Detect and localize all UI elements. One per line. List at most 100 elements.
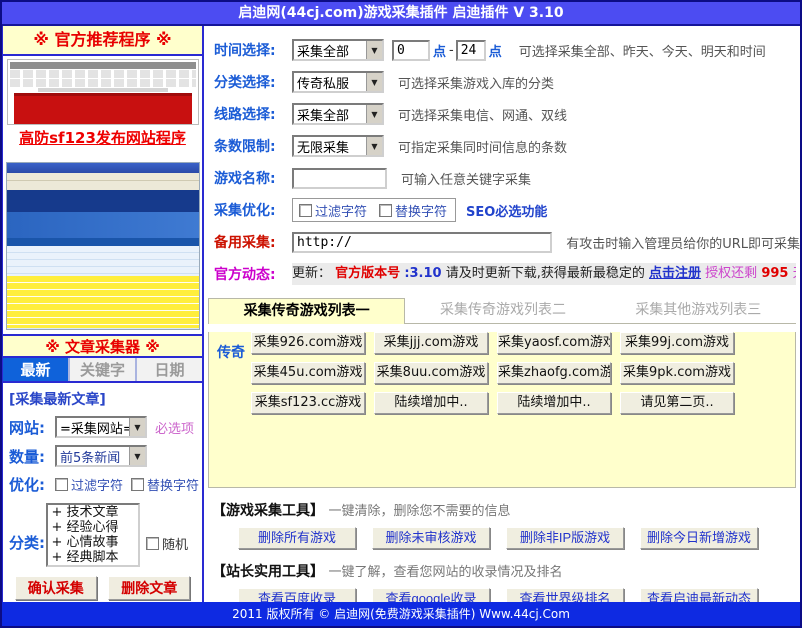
delete-unreviewed-games-button[interactable]: 删除未审核游戏	[372, 527, 490, 549]
webmaster-tools-buttons: 查看百度收录 查看google收录 查看世界级排名 查看启迪最新动态	[238, 588, 800, 602]
backup-desc: 有攻击时输入管理员给你的URL即可采集	[566, 233, 800, 252]
chevron-down-icon: ▼	[129, 447, 145, 465]
collect-game-button[interactable]: 采集yaosf.com游戏	[497, 332, 611, 354]
check-google-index-button[interactable]: 查看google收录	[372, 588, 490, 602]
count-select[interactable]: 前5条新闻 ▼	[55, 445, 147, 467]
game-tools-desc: 一键清除，删除您不需要的信息	[328, 504, 510, 519]
time-from-input[interactable]	[392, 40, 430, 61]
delete-article-button[interactable]: 删除文章	[108, 576, 190, 600]
chevron-down-icon: ▼	[366, 41, 382, 59]
delete-today-games-button[interactable]: 删除今日新增游戏	[640, 527, 758, 549]
tab-latest[interactable]: 最新	[3, 358, 70, 381]
replace-chars-checkbox[interactable]: 替换字符	[131, 475, 199, 494]
filter-chars-checkbox[interactable]: 过滤字符	[55, 475, 123, 494]
optimize-label: 优化:	[9, 474, 55, 495]
list-item[interactable]: + 心情故事	[48, 535, 138, 550]
category-desc: 可选择采集游戏入库的分类	[398, 73, 554, 92]
line-desc: 可选择采集电信、网通、双线	[398, 105, 567, 124]
promo-block-sf123: 高防sf123发布网站程序	[3, 56, 202, 148]
copyright-text: 2011 版权所有 © 启迪网(免费游戏采集插件) Www.44cj.Com	[232, 607, 570, 621]
game-list-tabs: 采集传奇游戏列表一 采集传奇游戏列表二 采集其他游戏列表三	[208, 298, 796, 324]
limit-row: 条数限制: 无限采集 ▼ 可指定采集同时间信息的条数	[214, 134, 800, 158]
list-item[interactable]: + 经验心得	[48, 520, 138, 535]
game-tools-buttons: 删除所有游戏 删除未审核游戏 删除非IP版游戏 删除今日新增游戏	[238, 527, 800, 549]
required-note: 必选项	[155, 418, 194, 437]
delete-non-ip-games-button[interactable]: 删除非IP版游戏	[506, 527, 624, 549]
collect-game-button[interactable]: 采集sf123.cc游戏	[251, 392, 365, 414]
category-select-row: 分类选择: 传奇私服 ▼ 可选择采集游戏入库的分类	[214, 70, 800, 94]
collect-game-button[interactable]: 陆续增加中..	[497, 392, 611, 414]
filter-chars-checkbox[interactable]: 过滤字符	[299, 201, 367, 220]
title-bar: 启迪网(44cj.com)游戏采集插件 启迪插件 V 3.10	[2, 2, 800, 26]
category-row: 分类: + 技术文章 + 经验心得 + 心情故事 + 经典脚本 随机	[9, 503, 196, 567]
collect-game-button[interactable]: 采集jjj.com游戏	[374, 332, 488, 354]
limit-label: 条数限制:	[214, 136, 292, 156]
article-collector-header: ※ 文章采集器 ※	[3, 334, 202, 358]
list-item[interactable]: + 技术文章	[48, 505, 138, 520]
promo-screenshot-article-collector[interactable]	[6, 162, 200, 330]
register-link[interactable]: 点击注册	[649, 266, 701, 281]
category-listbox[interactable]: + 技术文章 + 经验心得 + 心情故事 + 经典脚本	[46, 503, 140, 567]
site-select[interactable]: =采集网站= ▼	[55, 416, 147, 438]
category-select-label: 分类选择:	[214, 72, 292, 92]
game-button-row: 采集926.com游戏 采集jjj.com游戏 采集yaosf.com游戏 采集…	[251, 332, 795, 354]
line-select[interactable]: 采集全部 ▼	[292, 103, 384, 125]
tab-date[interactable]: 日期	[137, 358, 202, 381]
article-buttons-row: 确认采集 删除文章	[9, 576, 196, 600]
game-name-desc: 可输入任意关键字采集	[401, 169, 531, 188]
delete-all-games-button[interactable]: 删除所有游戏	[238, 527, 356, 549]
tab-game-list-3[interactable]: 采集其他游戏列表三	[601, 298, 796, 324]
app-title: 启迪网(44cj.com)游戏采集插件 启迪插件 V 3.10	[238, 5, 563, 21]
collect-optimize-row: 采集优化: 过滤字符 替换字符 SEO必选功能	[214, 198, 800, 222]
game-button-row: 采集sf123.cc游戏 陆续增加中.. 陆续增加中.. 请见第二页..	[251, 392, 795, 414]
news-ticker: 更新： 官方版本号 :3.10 请及时更新下载,获得最新最稳定的 点击注册 授权…	[292, 263, 796, 285]
app-window: 启迪网(44cj.com)游戏采集插件 启迪插件 V 3.10 ※ 官方推荐程序…	[0, 0, 802, 628]
game-list-area: 传奇 采集926.com游戏 采集jjj.com游戏 采集yaosf.com游戏…	[208, 332, 796, 488]
game-button-row: 采集45u.com游戏 采集8uu.com游戏 采集zhaofg.com游戏 采…	[251, 362, 795, 384]
game-tools-section: 【游戏采集工具】 一键清除，删除您不需要的信息 删除所有游戏 删除未审核游戏 删…	[212, 500, 800, 549]
time-row: 时间选择: 采集全部 ▼ 点 - 点 可选择采集全部、昨天、今天、明天和时间	[214, 38, 800, 62]
site-label: 网站:	[9, 417, 55, 438]
list-item[interactable]: + 经典脚本	[48, 550, 138, 565]
webmaster-tools-desc: 一键了解，查看您网站的收录情况及排名	[328, 565, 562, 580]
collect-game-button[interactable]: 采集45u.com游戏	[251, 362, 365, 384]
legend-row-label: 传奇	[217, 342, 245, 362]
collect-game-button[interactable]: 采集zhaofg.com游戏	[497, 362, 611, 384]
category-select[interactable]: 传奇私服 ▼	[292, 71, 384, 93]
promo-screenshot-sf123[interactable]	[7, 59, 199, 125]
time-label: 时间选择:	[214, 40, 292, 60]
tab-game-list-1[interactable]: 采集传奇游戏列表一	[208, 298, 405, 324]
random-checkbox[interactable]: 随机	[146, 534, 188, 553]
limit-select[interactable]: 无限采集 ▼	[292, 135, 384, 157]
seo-note: SEO必选功能	[466, 201, 547, 220]
collect-game-button[interactable]: 采集926.com游戏	[251, 332, 365, 354]
replace-chars-checkbox[interactable]: 替换字符	[379, 201, 447, 220]
line-label: 线路选择:	[214, 104, 292, 124]
article-tabs: 最新 关键字 日期	[3, 358, 202, 383]
article-collect-form: [采集最新文章] 网站: =采集网站= ▼ 必选项 数量: 前5条新闻 ▼ 优化…	[3, 383, 202, 602]
optimize-row: 优化: 过滤字符 替换字符	[9, 474, 196, 495]
promo-link-sf123[interactable]: 高防sf123发布网站程序	[19, 127, 186, 148]
check-qidi-news-button[interactable]: 查看启迪最新动态	[640, 588, 758, 602]
game-name-input[interactable]	[292, 168, 387, 189]
sidebar: ※ 官方推荐程序 ※ 高防sf123发布网站程序 ※ 文章采集器 ※	[2, 26, 204, 602]
checkbox-icon	[55, 478, 68, 491]
tab-game-list-2[interactable]: 采集传奇游戏列表二	[405, 298, 600, 324]
collect-game-button[interactable]: 陆续增加中..	[374, 392, 488, 414]
check-baidu-index-button[interactable]: 查看百度收录	[238, 588, 356, 602]
game-name-row: 游戏名称: 可输入任意关键字采集	[214, 166, 800, 190]
time-to-input[interactable]	[456, 40, 486, 61]
chevron-down-icon: ▼	[366, 105, 382, 123]
news-label: 官方动态:	[214, 264, 292, 284]
limit-desc: 可指定采集同时间信息的条数	[398, 137, 567, 156]
chevron-down-icon: ▼	[129, 418, 145, 436]
backup-url-input[interactable]	[292, 232, 552, 253]
check-world-rank-button[interactable]: 查看世界级排名	[506, 588, 624, 602]
collect-game-button[interactable]: 采集9pk.com游戏	[620, 362, 734, 384]
collect-game-button[interactable]: 采集8uu.com游戏	[374, 362, 488, 384]
confirm-collect-button[interactable]: 确认采集	[15, 576, 97, 600]
collect-game-button[interactable]: 采集99j.com游戏	[620, 332, 734, 354]
tab-keyword[interactable]: 关键字	[70, 358, 137, 381]
collect-game-button[interactable]: 请见第二页..	[620, 392, 734, 414]
time-select[interactable]: 采集全部 ▼	[292, 39, 384, 61]
